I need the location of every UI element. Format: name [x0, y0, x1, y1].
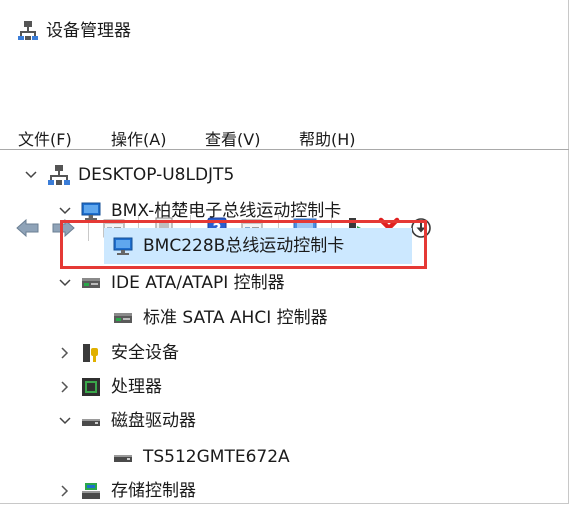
disk-controller-icon — [114, 313, 132, 323]
title-bar: 设备管理器 — [0, 0, 568, 60]
chevron-right-icon[interactable] — [58, 346, 72, 360]
tree-item-security-devices[interactable]: 安全设备 — [0, 338, 560, 368]
disk-drive-icon — [114, 455, 132, 462]
toolbar: ? — [0, 104, 568, 241]
disk-controller-icon — [82, 278, 100, 288]
tree-item-label: 存储控制器 — [111, 481, 196, 501]
chevron-down-icon[interactable] — [58, 204, 72, 218]
tree-root[interactable]: DESKTOP-U8LDJT5 — [0, 160, 560, 190]
tree-item-sata-ahci[interactable]: 标准 SATA AHCI 控制器 — [0, 303, 560, 333]
tree-item-storage-controllers[interactable]: 存储控制器 — [0, 476, 560, 506]
chevron-right-icon[interactable] — [58, 380, 72, 394]
tree-item-label: 磁盘驱动器 — [111, 411, 196, 431]
tree-item-disk-drives[interactable]: 磁盘驱动器 — [0, 406, 560, 436]
storage-controller-icon — [82, 483, 100, 499]
tree-item-label: BMX-柏楚电子总线运动控制卡 — [111, 201, 342, 221]
chevron-right-icon[interactable] — [58, 484, 72, 498]
processor-icon — [82, 378, 100, 396]
chevron-down-icon[interactable] — [24, 168, 38, 182]
tree-item-label: IDE ATA/ATAPI 控制器 — [111, 273, 285, 293]
menu-bar: 文件(F) 操作(A) 查看(V) 帮助(H) — [0, 60, 568, 149]
tree-item-ts512gmte672a[interactable]: TS512GMTE672A — [0, 442, 560, 472]
window-title: 设备管理器 — [46, 21, 131, 41]
tree-item-label: 安全设备 — [111, 343, 179, 363]
monitor-icon — [81, 202, 101, 220]
annotation-highlight-box — [60, 220, 427, 269]
tree-item-label: TS512GMTE672A — [143, 447, 290, 467]
chevron-down-icon[interactable] — [58, 414, 72, 428]
disk-drive-icon — [82, 419, 100, 426]
computer-tree-icon — [48, 165, 70, 185]
chevron-down-icon[interactable] — [58, 276, 72, 290]
tree-item-label: 标准 SATA AHCI 控制器 — [143, 308, 328, 328]
device-manager-icon — [18, 21, 38, 40]
tree-item-ide-controllers[interactable]: IDE ATA/ATAPI 控制器 — [0, 268, 560, 298]
device-manager-window: 设备管理器 文件(F) 操作(A) 查看(V) 帮助(H) DESKTOP-U8… — [0, 0, 569, 504]
tree-root-label: DESKTOP-U8LDJT5 — [78, 165, 235, 185]
security-device-icon — [83, 344, 98, 362]
tree-item-label: 处理器 — [111, 377, 162, 397]
tree-item-processors[interactable]: 处理器 — [0, 372, 560, 402]
